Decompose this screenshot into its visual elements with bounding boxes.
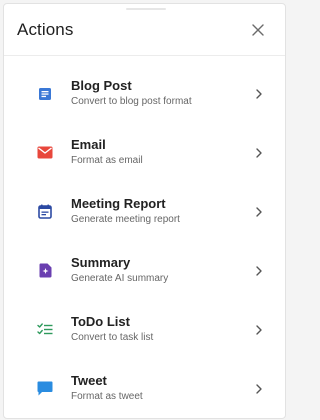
summary-icon — [37, 263, 53, 279]
action-list: Blog Post Convert to blog post format Em… — [4, 56, 285, 418]
drag-handle[interactable] — [126, 8, 166, 10]
checklist-icon — [37, 322, 53, 338]
document-icon — [37, 86, 53, 102]
mail-icon — [37, 145, 53, 161]
action-meeting-report[interactable]: Meeting Report Generate meeting report — [4, 182, 285, 241]
action-label: Tweet — [71, 373, 107, 388]
chevron-right-icon — [253, 383, 265, 395]
close-icon — [252, 23, 264, 36]
action-label: Meeting Report — [71, 196, 166, 211]
action-todo-list[interactable]: ToDo List Convert to task list — [4, 300, 285, 359]
action-description: Convert to task list — [71, 332, 154, 343]
calendar-icon — [37, 204, 53, 220]
action-blog-post[interactable]: Blog Post Convert to blog post format — [4, 64, 285, 123]
action-description: Format as email — [71, 155, 143, 166]
action-tweet[interactable]: Tweet Format as tweet — [4, 359, 285, 418]
chevron-right-icon — [253, 88, 265, 100]
action-label: ToDo List — [71, 314, 130, 329]
close-button[interactable] — [246, 18, 270, 42]
action-label: Blog Post — [71, 78, 132, 93]
chevron-right-icon — [253, 265, 265, 277]
action-description: Generate AI summary — [71, 273, 169, 284]
action-description: Format as tweet — [71, 391, 143, 402]
panel-header: Actions — [4, 4, 285, 56]
action-description: Convert to blog post format — [71, 96, 192, 107]
action-email[interactable]: Email Format as email — [4, 123, 285, 182]
action-label: Email — [71, 137, 106, 152]
action-label: Summary — [71, 255, 131, 270]
actions-panel: Actions Blog Post Convert to blog post f… — [3, 3, 286, 419]
chevron-right-icon — [253, 206, 265, 218]
action-summary[interactable]: Summary Generate AI summary — [4, 241, 285, 300]
action-description: Generate meeting report — [71, 214, 180, 225]
chevron-right-icon — [253, 324, 265, 336]
chevron-right-icon — [253, 147, 265, 159]
panel-title: Actions — [17, 19, 74, 39]
chat-bubble-icon — [37, 381, 53, 397]
